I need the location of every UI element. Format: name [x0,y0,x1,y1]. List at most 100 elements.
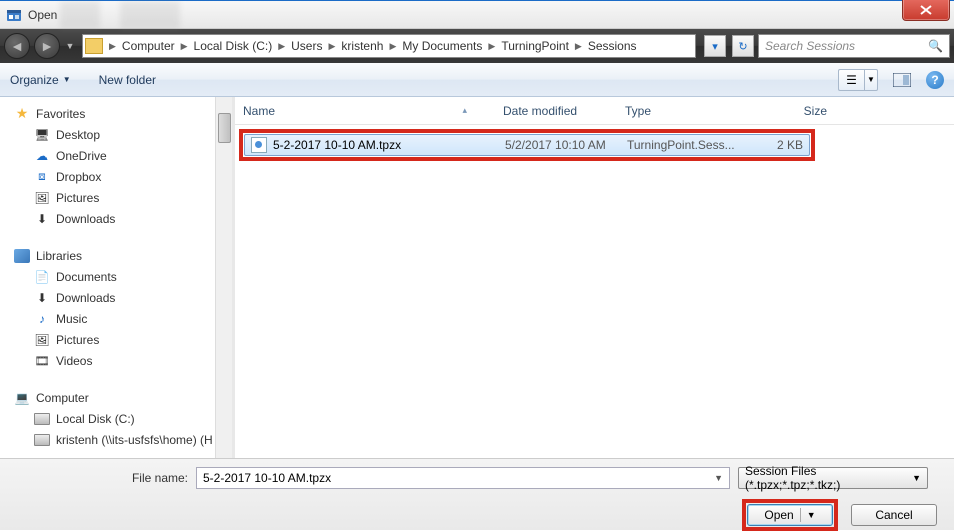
file-type-filter[interactable]: Session Files (*.tpzx;*.tpz;*.tkz;) ▼ [738,467,928,489]
computer-icon: 💻 [14,390,30,406]
file-list-pane: Name▴ Date modified Type Size 5-2-2017 1… [235,97,954,458]
chevron-right-icon[interactable]: ▶ [276,41,287,52]
filename-label: File name: [12,471,188,485]
title-bar: Open [0,1,954,29]
chevron-down-icon[interactable]: ▼ [714,473,723,483]
organize-button[interactable]: Organize ▼ [10,73,71,87]
sidebar-item-desktop[interactable]: 🖥Desktop [8,124,232,145]
search-placeholder: Search Sessions [765,39,855,53]
filename-value: 5-2-2017 10-10 AM.tpzx [203,471,331,485]
split-divider [800,508,801,522]
body-area: ★ Favorites 🖥Desktop ☁OneDrive ⧈Dropbox … [0,97,954,458]
chevron-right-icon[interactable]: ▶ [387,41,398,52]
breadcrumb[interactable]: My Documents [398,39,486,53]
chevron-right-icon[interactable]: ▶ [107,41,118,52]
sidebar-label: Computer [36,391,89,405]
open-button[interactable]: Open ▼ [747,504,833,526]
chevron-down-icon: ▼ [912,473,921,483]
help-icon: ? [931,73,938,87]
open-label: Open [764,508,793,522]
address-bar[interactable]: ▶ Computer ▶ Local Disk (C:) ▶ Users ▶ k… [82,34,696,58]
help-button[interactable]: ? [926,71,944,89]
breadcrumb[interactable]: Sessions [584,39,641,53]
file-list[interactable]: 5-2-2017 10-10 AM.tpzx 5/2/2017 10:10 AM… [235,125,954,458]
view-icon: ☰ [846,73,857,87]
sidebar-computer-header[interactable]: 💻 Computer [8,387,232,408]
column-header-size[interactable]: Size [739,104,835,118]
videos-icon: 🎞 [34,353,50,369]
organize-label: Organize [10,73,59,87]
network-drive-icon [34,432,50,448]
sidebar-item-documents[interactable]: 📄Documents [8,266,232,287]
star-icon: ★ [14,106,30,122]
breadcrumb[interactable]: Local Disk (C:) [190,39,277,53]
disk-icon [34,411,50,427]
cancel-label: Cancel [875,508,912,522]
search-icon: 🔍 [928,39,943,53]
chevron-right-icon[interactable]: ▶ [179,41,190,52]
refresh-button[interactable]: ↻ [732,35,754,57]
window-title: Open [28,8,57,22]
file-name: 5-2-2017 10-10 AM.tpzx [273,138,505,152]
sidebar-item-music[interactable]: ♪Music [8,308,232,329]
view-options-button[interactable]: ☰ ▼ [838,69,878,91]
sidebar-scrollbar[interactable] [215,97,232,458]
pictures-icon: 🖼 [34,332,50,348]
column-header-date[interactable]: Date modified [495,104,617,118]
file-type: TurningPoint.Sess... [627,138,757,152]
preview-pane-button[interactable] [890,69,914,91]
breadcrumb[interactable]: Users [287,39,326,53]
sidebar-item-pictures[interactable]: 🖼Pictures [8,329,232,350]
sidebar-item-pictures[interactable]: 🖼Pictures [8,187,232,208]
new-folder-label: New folder [99,73,156,87]
breadcrumb[interactable]: TurningPoint [497,39,573,53]
music-icon: ♪ [34,311,50,327]
preview-icon [893,73,911,87]
back-button[interactable]: ◄ [4,33,30,59]
filename-input[interactable]: 5-2-2017 10-10 AM.tpzx ▼ [196,467,730,489]
toolbar: Organize ▼ New folder ☰ ▼ ? [0,63,954,97]
pictures-icon: 🖼 [34,190,50,206]
chevron-down-icon[interactable]: ▼ [807,510,816,520]
chevron-down-icon: ▼ [864,69,878,91]
column-headers: Name▴ Date modified Type Size [235,97,954,125]
sidebar-label: Favorites [36,107,85,121]
history-dropdown[interactable]: ▼ [64,36,76,56]
onedrive-icon: ☁ [34,148,50,164]
navigation-pane: ★ Favorites 🖥Desktop ☁OneDrive ⧈Dropbox … [0,97,232,458]
chevron-down-icon: ▼ [63,75,71,84]
search-input[interactable]: Search Sessions 🔍 [758,34,950,58]
sidebar-item-downloads[interactable]: ⬇Downloads [8,287,232,308]
documents-icon: 📄 [34,269,50,285]
chevron-right-icon[interactable]: ▶ [486,41,497,52]
file-row[interactable]: 5-2-2017 10-10 AM.tpzx 5/2/2017 10:10 AM… [244,134,810,156]
sidebar-item-local-disk[interactable]: Local Disk (C:) [8,408,232,429]
breadcrumb[interactable]: Computer [118,39,179,53]
forward-button[interactable]: ► [34,33,60,59]
cancel-button[interactable]: Cancel [851,504,937,526]
annotation-highlight: 5-2-2017 10-10 AM.tpzx 5/2/2017 10:10 AM… [239,129,815,161]
filter-text: Session Files (*.tpzx;*.tpz;*.tkz;) [745,464,912,492]
address-dropdown[interactable]: ▾ [704,35,726,57]
file-size: 2 KB [757,138,803,152]
column-header-type[interactable]: Type [617,104,739,118]
column-header-name[interactable]: Name▴ [235,104,495,118]
sort-asc-icon: ▴ [462,105,467,116]
chevron-right-icon[interactable]: ▶ [573,41,584,52]
sidebar-favorites-header[interactable]: ★ Favorites [8,103,232,124]
sidebar-item-dropbox[interactable]: ⧈Dropbox [8,166,232,187]
new-folder-button[interactable]: New folder [99,73,156,87]
desktop-icon: 🖥 [34,127,50,143]
close-button[interactable] [902,0,950,21]
sidebar-item-onedrive[interactable]: ☁OneDrive [8,145,232,166]
breadcrumb[interactable]: kristenh [337,39,387,53]
sidebar-item-videos[interactable]: 🎞Videos [8,350,232,371]
sidebar-item-downloads[interactable]: ⬇Downloads [8,208,232,229]
chevron-right-icon[interactable]: ▶ [326,41,337,52]
sidebar-item-network-drive[interactable]: kristenh (\\its-usfsfs\home) (H [8,429,232,450]
sidebar-libraries-header[interactable]: Libraries [8,245,232,266]
libraries-icon [14,248,30,264]
file-icon [251,137,267,153]
dialog-footer: File name: 5-2-2017 10-10 AM.tpzx ▼ Sess… [0,458,954,530]
close-icon [920,5,932,15]
